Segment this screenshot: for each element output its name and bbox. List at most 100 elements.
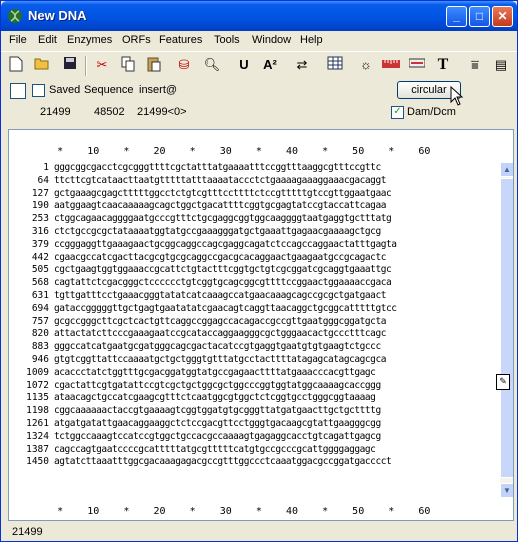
- row-sequence[interactable]: gataccgggggttgctgagtgaatatatcgaacagtcagg…: [54, 303, 397, 316]
- saved-label: Saved: [49, 84, 81, 96]
- row-number: 883: [31, 341, 49, 353]
- row-number: 946: [31, 353, 49, 365]
- row-sequence[interactable]: ttcttcgtcataacttaatgtttttatttaaaataccctc…: [54, 175, 386, 188]
- row-sequence[interactable]: cagccagtgaatccccgcatttttatgcgtttttcatgtg…: [54, 444, 376, 457]
- underline-icon[interactable]: U: [235, 56, 253, 74]
- menu-tools[interactable]: Tools: [214, 34, 240, 46]
- row-sequence[interactable]: acaccctatctggtttgcgacggatggtatgccgagaact…: [54, 367, 376, 380]
- paste-icon[interactable]: [145, 56, 163, 74]
- row-number: 1135: [26, 392, 49, 404]
- row-number: 253: [31, 213, 49, 225]
- row-number: 190: [31, 200, 49, 212]
- row-sequence[interactable]: aatggaagtcaacaaaaagcagctggctgacattttcggt…: [54, 200, 386, 213]
- row-number: 505: [31, 264, 49, 276]
- ruler-top: * 10 * 20 * 30 * 40 * 50 * 60: [9, 146, 431, 157]
- row-number: 316: [31, 225, 49, 237]
- row-number: 64: [37, 174, 49, 186]
- settings-icon[interactable]: [408, 56, 426, 74]
- menu-enzymes[interactable]: Enzymes: [67, 34, 112, 46]
- minimize-button[interactable]: _: [446, 6, 467, 27]
- menu-help[interactable]: Help: [300, 34, 323, 46]
- row-sequence[interactable]: tctggccaaagtccatccgtggctgccacgccaaaagtga…: [54, 431, 381, 444]
- row-sequence[interactable]: cgctgaagtggtggaaaccgcattctgtactttcggtgct…: [54, 264, 392, 277]
- sequence-row: 1261 atgatgatattgaacaggaaggctctccgacgttcc…: [9, 418, 503, 431]
- open-icon[interactable]: [33, 56, 51, 74]
- status-text: 21499: [12, 526, 43, 538]
- toolbar-separator: [85, 56, 87, 76]
- row-number: 568: [31, 277, 49, 289]
- menu-orfs[interactable]: ORFs: [122, 34, 151, 46]
- saved-checkbox[interactable]: [32, 84, 45, 97]
- dam-dcm-checkbox[interactable]: ✓: [391, 106, 404, 119]
- close-button[interactable]: ✕: [492, 6, 513, 27]
- sequence-count: 48502: [94, 106, 125, 118]
- print-icon[interactable]: ⛁: [175, 56, 193, 74]
- row-sequence[interactable]: cggcaaaaaactaccgtgaaaagtcggtggatgtgcgggt…: [54, 405, 381, 418]
- sequence-length: 21499: [40, 106, 71, 118]
- mouse-cursor-icon: [450, 86, 464, 106]
- sequence-row: 1450 agtatcttaaatttggcgacaaagagacgccgtttg…: [9, 456, 503, 469]
- copy-icon[interactable]: [119, 56, 137, 74]
- sequence-row: 64 ttcttcgtcataacttaatgtttttatttaaaataccc…: [9, 175, 503, 188]
- menu-file[interactable]: File: [9, 34, 27, 46]
- row-sequence[interactable]: gctgaaagcgagctttttggcctctgtcgtttccttttct…: [54, 188, 392, 201]
- row-sequence[interactable]: gggcggcgacctcgcgggttttcgctatttatgaaaattt…: [54, 162, 381, 175]
- row-sequence[interactable]: ctggcagaacaggggaatgcccgtttctgcgaggcggtgg…: [54, 213, 392, 226]
- row-sequence[interactable]: ctctgccgcgctataaaatggtatgccgaaagggatgctg…: [54, 226, 381, 239]
- cut-icon[interactable]: ✂: [93, 56, 111, 74]
- scroll-up-icon[interactable]: ▲: [500, 162, 513, 177]
- find-icon[interactable]: 🔍︎: [203, 56, 221, 74]
- text-icon[interactable]: T: [434, 56, 452, 74]
- sequence-view[interactable]: * 10 * 20 * 30 * 40 * 50 * 60 1 gggcggcga…: [8, 129, 514, 521]
- row-sequence[interactable]: gcgccgggcttcgctcactgttcaggccggagccacagac…: [54, 316, 386, 329]
- scroll-down-icon[interactable]: ▼: [500, 483, 513, 498]
- menu-features[interactable]: Features: [159, 34, 202, 46]
- swap-icon[interactable]: ⇄: [293, 56, 311, 74]
- row-number: 1450: [26, 456, 49, 468]
- graphic-icon[interactable]: ▤: [492, 56, 510, 74]
- edit-pencil-icon[interactable]: ✎: [496, 374, 510, 390]
- row-number: 1387: [26, 443, 49, 455]
- title-bar[interactable]: New DNA _ □ ✕: [1, 1, 517, 31]
- sequence-rows: 1 gggcggcgacctcgcgggttttcgctatttatgaaaatt…: [9, 162, 503, 469]
- row-sequence[interactable]: atgatgatattgaacaggaaggctctccgacgttcctggg…: [54, 418, 381, 431]
- row-number: 1261: [26, 417, 49, 429]
- app-window: New DNA _ □ ✕ File Edit Enzymes ORFs Fea…: [0, 0, 518, 542]
- row-sequence[interactable]: tgttgatttcctgaaacgggtatatcatcaaagccatgaa…: [54, 290, 386, 303]
- status-bar: 21499: [8, 523, 514, 539]
- row-sequence[interactable]: cgaacgccatcgacttacgcgtgcgcaggccgacgcacag…: [54, 252, 386, 265]
- row-sequence[interactable]: attactatcttcccgaaagaatccgcataccaggaagggc…: [54, 328, 386, 341]
- maximize-button[interactable]: □: [469, 6, 490, 27]
- save-icon[interactable]: [61, 56, 79, 74]
- align-icon[interactable]: ⩸: [466, 56, 484, 74]
- row-sequence[interactable]: agtatcttaaatttggcgacaaagagacgccgtttggccc…: [54, 456, 392, 469]
- dam-dcm-label: Dam/Dcm: [407, 106, 456, 118]
- cursor-position: 21499<0>: [137, 106, 187, 118]
- row-sequence[interactable]: ccgggaggttgaaagaactgcggcaggccagcgaggcaga…: [54, 239, 397, 252]
- table-icon[interactable]: [326, 56, 344, 74]
- ruler-bottom: * 10 * 20 * 30 * 40 * 50 * 60: [9, 506, 431, 517]
- superscript-icon[interactable]: A²: [261, 56, 279, 74]
- ruler-icon[interactable]: [382, 56, 400, 74]
- toolbar: ✂ ⛁ 🔍︎ U A² ⇄ ☼ T ⩸ ▤: [1, 51, 517, 80]
- row-sequence[interactable]: cagtattctcgacgggctcccccctgtcggtgcagcggcg…: [54, 277, 392, 290]
- row-number: 757: [31, 315, 49, 327]
- row-number: 631: [31, 289, 49, 301]
- view-toggle-box[interactable]: [10, 83, 26, 99]
- row-sequence[interactable]: gggccatcatgaatgcgatgggcagcgactacatccgtga…: [54, 341, 381, 354]
- scroll-thumb[interactable]: [500, 178, 513, 478]
- sequence-label: Sequence: [84, 84, 134, 96]
- sequence-row: 253 ctggcagaacaggggaatgcccgtttctgcgaggcgg…: [9, 213, 503, 226]
- row-number: 694: [31, 302, 49, 314]
- new-icon[interactable]: [7, 56, 25, 74]
- vertical-scrollbar[interactable]: ▲ ▼: [500, 162, 513, 498]
- sequence-row: 127 gctgaaagcgagctttttggcctctgtcgtttccttt…: [9, 188, 503, 201]
- row-sequence[interactable]: cgactattcgtgatattccgtcgctgctggcgctggcccg…: [54, 380, 381, 393]
- menu-window[interactable]: Window: [252, 34, 291, 46]
- sequence-row: 694 gataccgggggttgctgagtgaatatatcgaacagtc…: [9, 303, 503, 316]
- lightbulb-icon[interactable]: ☼: [357, 56, 375, 74]
- row-sequence[interactable]: gtgtcggttattccaaaatgctgctgggtgtttatgccta…: [54, 354, 386, 367]
- menu-edit[interactable]: Edit: [38, 34, 57, 46]
- row-number: 1324: [26, 430, 49, 442]
- row-sequence[interactable]: ataacagctgccatcgaagcgtttctcaatggcgtggctc…: [54, 392, 376, 405]
